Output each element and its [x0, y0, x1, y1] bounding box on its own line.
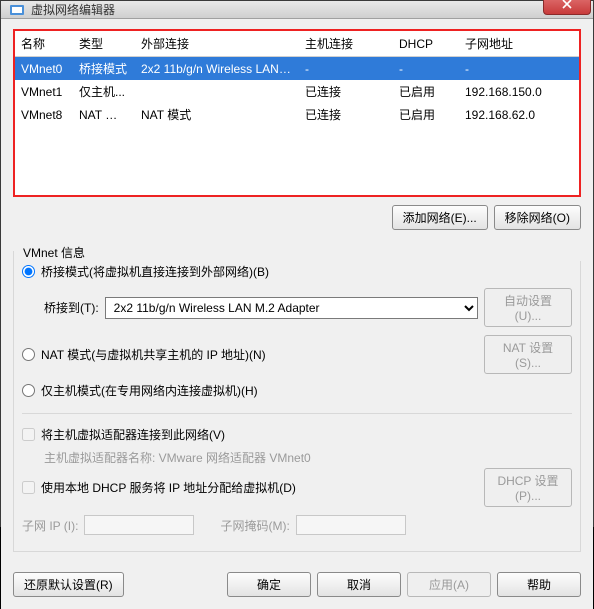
radio-bridge-input[interactable] [22, 265, 35, 278]
window-title: 虚拟网络编辑器 [31, 1, 543, 18]
col-ext[interactable]: 外部连接 [135, 31, 299, 57]
client-area: 名称 类型 外部连接 主机连接 DHCP 子网地址 VMnet0 桥接模式 2x… [1, 19, 593, 562]
help-button[interactable]: 帮助 [497, 572, 581, 597]
subnet-mask-label: 子网掩码(M): [220, 517, 289, 534]
col-dhcp[interactable]: DHCP [393, 31, 459, 57]
col-subnet[interactable]: 子网地址 [459, 31, 579, 57]
subnet-ip-input[interactable] [84, 515, 194, 535]
group-title: VMnet 信息 [19, 244, 587, 261]
add-network-button[interactable]: 添加网络(E)... [392, 205, 488, 230]
radio-hostonly[interactable]: 仅主机模式(在专用网络内连接虚拟机)(H) [22, 380, 572, 401]
col-host[interactable]: 主机连接 [299, 31, 393, 57]
window: 虚拟网络编辑器 名称 类型 外部连接 主机连接 DHCP 子网地址 [0, 0, 594, 527]
subnet-mask-input[interactable] [296, 515, 406, 535]
check-dhcp[interactable]: 使用本地 DHCP 服务将 IP 地址分配给虚拟机(D) [22, 479, 296, 496]
table-row[interactable]: VMnet8 NAT 模式 NAT 模式 已连接 已启用 192.168.62.… [15, 103, 579, 126]
table-row[interactable]: VMnet0 桥接模式 2x2 11b/g/n Wireless LAN M..… [15, 57, 579, 81]
ok-button[interactable]: 确定 [227, 572, 311, 597]
bridge-adapter-select[interactable]: 2x2 11b/g/n Wireless LAN M.2 Adapter [105, 297, 478, 319]
app-icon [9, 2, 25, 18]
col-name[interactable]: 名称 [15, 31, 73, 57]
remove-network-button[interactable]: 移除网络(O) [494, 205, 581, 230]
vmnet-info-group: 桥接模式(将虚拟机直接连接到外部网络)(B) 桥接到(T): 2x2 11b/g… [13, 251, 581, 552]
dialog-buttons: 还原默认设置(R) 确定 取消 应用(A) 帮助 [1, 562, 593, 609]
nat-settings-button[interactable]: NAT 设置(S)... [484, 335, 572, 374]
network-table[interactable]: 名称 类型 外部连接 主机连接 DHCP 子网地址 VMnet0 桥接模式 2x… [13, 29, 581, 197]
bridge-to-label: 桥接到(T): [44, 299, 99, 316]
radio-bridge[interactable]: 桥接模式(将虚拟机直接连接到外部网络)(B) [22, 261, 269, 282]
titlebar: 虚拟网络编辑器 [1, 1, 593, 19]
radio-hostonly-input[interactable] [22, 384, 35, 397]
adapter-name-label: 主机虚拟适配器名称: VMware 网络适配器 VMnet0 [44, 449, 572, 466]
radio-nat[interactable]: NAT 模式(与虚拟机共享主机的 IP 地址)(N) [22, 344, 266, 365]
check-connect-host-input[interactable] [22, 428, 35, 441]
apply-button[interactable]: 应用(A) [407, 572, 491, 597]
col-type[interactable]: 类型 [73, 31, 135, 57]
check-connect-host[interactable]: 将主机虚拟适配器连接到此网络(V) [22, 426, 572, 443]
dhcp-settings-button[interactable]: DHCP 设置(P)... [484, 468, 572, 507]
check-dhcp-input[interactable] [22, 481, 35, 494]
radio-nat-input[interactable] [22, 348, 35, 361]
close-button[interactable] [543, 0, 591, 15]
restore-defaults-button[interactable]: 还原默认设置(R) [13, 572, 124, 597]
table-row[interactable]: VMnet1 仅主机... 已连接 已启用 192.168.150.0 [15, 80, 579, 103]
subnet-ip-label: 子网 IP (I): [22, 517, 78, 534]
cancel-button[interactable]: 取消 [317, 572, 401, 597]
auto-set-button[interactable]: 自动设置(U)... [484, 288, 572, 327]
